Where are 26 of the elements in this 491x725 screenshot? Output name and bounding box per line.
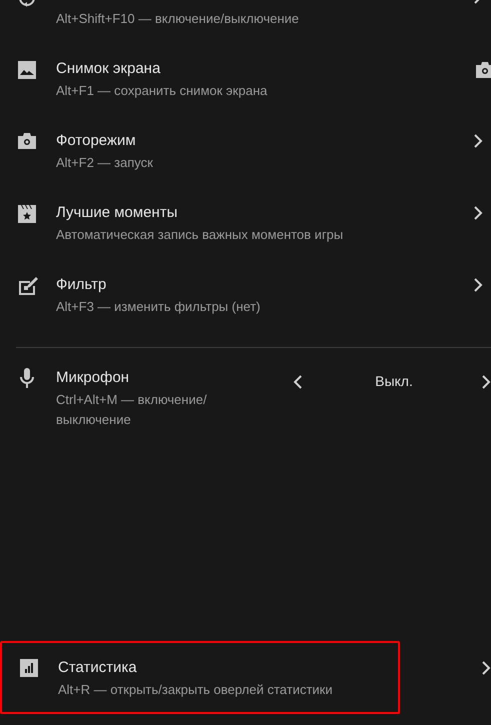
selector-value: Выкл. [374,372,414,391]
item-title: Статистика [58,658,138,678]
shortcut-description: Alt+R — открыть/закрыть оверлей статистики [58,681,332,699]
clapper-icon [18,205,36,223]
shortcut-description: Alt+F2 — запуск [56,154,154,172]
microphone-icon [20,368,34,388]
shortcut-description: Alt+Shift+F10 — включение/выключение [56,10,300,28]
chevron-right-icon[interactable] [473,206,483,220]
shortcut-description: Alt+F3 — изменить фильтры (нет) [56,298,262,316]
item-title: Фоторежим [56,131,137,151]
item-title: Лучшие моменты [56,203,178,223]
shortcut-description: Автоматическая запись важных моментов игры [56,226,344,244]
chevron-right-icon[interactable] [481,661,491,675]
statistics-icon [20,659,38,677]
shortcut-description: Alt+F1 — сохранить снимок экрана [56,82,268,100]
item-title: Снимок экрана [56,59,162,79]
camera-icon [18,133,36,149]
chevron-left-icon[interactable] [293,374,303,388]
chevron-right-icon[interactable] [473,278,483,292]
image-icon [18,61,36,79]
shortcut-description: Ctrl+Alt+M — включение/ выключение [56,391,208,429]
item-title: Фильтр [56,275,108,295]
chevron-right-icon[interactable] [481,374,491,388]
item-title: Микрофон [56,368,130,388]
chevron-right-icon[interactable] [473,134,483,148]
filter-icon [18,277,38,295]
